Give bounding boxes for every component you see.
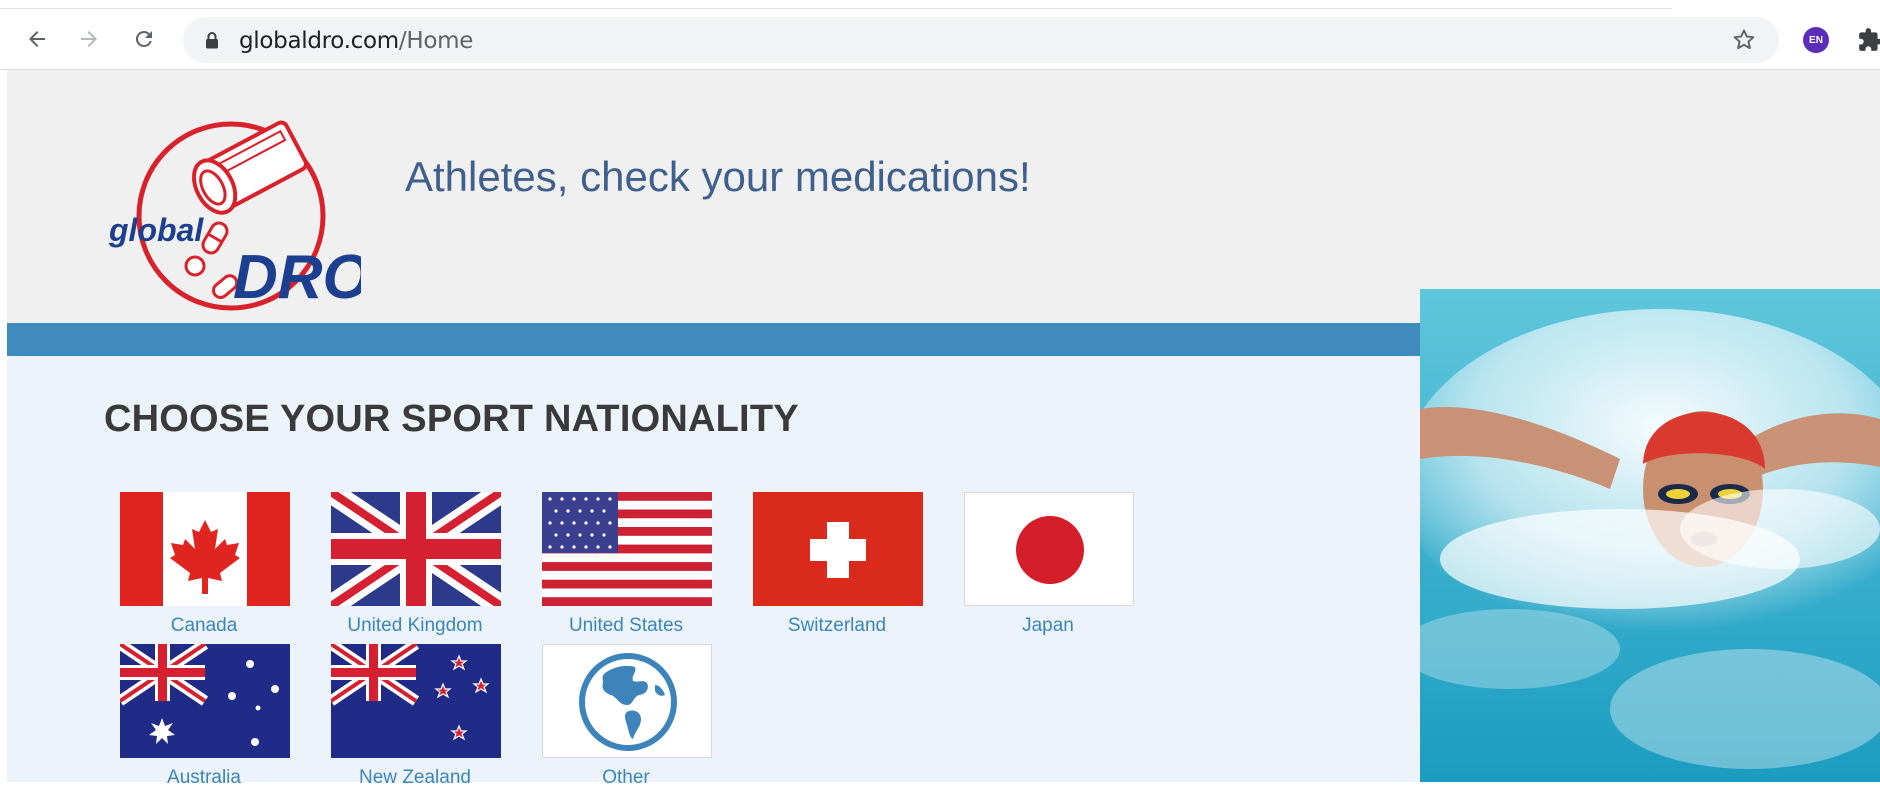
lock-icon[interactable]	[205, 31, 219, 49]
browser-toolbar: globaldro.com/Home EN	[0, 0, 1880, 70]
country-label: Japan	[1022, 615, 1074, 636]
country-label: Australia	[167, 767, 241, 788]
section-title: CHOOSE YOUR SPORT NATIONALITY	[104, 398, 799, 440]
new-zealand-flag	[331, 644, 501, 758]
logo-text-dro: DRO	[233, 243, 361, 312]
country-label: Switzerland	[787, 615, 887, 636]
logo-text-global: global	[108, 212, 204, 248]
country-label: United States	[568, 615, 684, 636]
globaldro-logo[interactable]: global DRO	[103, 106, 361, 316]
back-arrow-icon[interactable]	[20, 22, 54, 56]
url-text[interactable]: globaldro.com/Home	[239, 28, 473, 54]
site-tagline: Athletes, check your medications!	[405, 153, 1031, 200]
url-path: /Home	[398, 28, 474, 54]
australia-flag	[120, 644, 290, 758]
reload-icon[interactable]	[127, 22, 161, 56]
swimmer-hero-image	[1420, 289, 1880, 782]
bookmark-star-icon[interactable]	[1731, 27, 1757, 53]
country-label: Other	[602, 767, 650, 788]
forward-arrow-icon[interactable]	[72, 22, 106, 56]
canada-flag	[120, 492, 290, 606]
site-header: global DRO Athletes, check your medicati…	[7, 70, 1880, 323]
us-flag	[542, 492, 712, 606]
profile-avatar[interactable]: EN	[1803, 27, 1829, 53]
switzerland-flag	[753, 492, 923, 606]
country-label: United Kingdom	[347, 615, 483, 636]
japan-flag	[964, 492, 1134, 606]
address-bar[interactable]: globaldro.com/Home	[183, 17, 1779, 63]
country-label: New Zealand	[359, 767, 471, 788]
profile-badge-text: EN	[1809, 34, 1823, 46]
url-domain: globaldro.com	[239, 28, 399, 54]
uk-flag	[331, 492, 501, 606]
tab-strip-divider	[0, 8, 1672, 9]
country-label: Canada	[170, 615, 238, 636]
extensions-puzzle-icon[interactable]	[1857, 27, 1880, 53]
globe-icon	[542, 644, 712, 758]
